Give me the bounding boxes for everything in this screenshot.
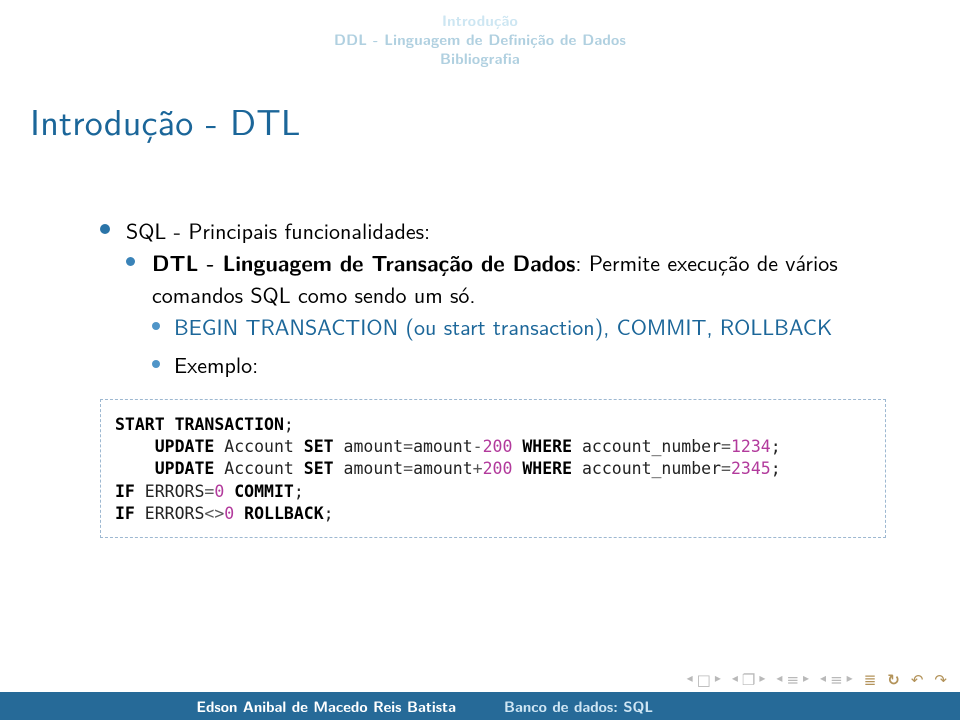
- code-op: =: [721, 437, 731, 456]
- nav-frame[interactable]: ◂ ❐ ▸: [732, 668, 767, 690]
- code-text: amount: [334, 437, 404, 456]
- code-op: =: [721, 459, 731, 478]
- code-number: 200: [483, 459, 513, 478]
- code-text: amount: [413, 437, 473, 456]
- code-kw: IF: [115, 504, 135, 523]
- code-kw: START: [115, 415, 165, 434]
- bullet-l1: SQL - Principais funcionalidades: DTL - …: [100, 215, 870, 380]
- code-example: START TRANSACTION; UPDATE Account SET am…: [100, 399, 886, 538]
- nav-section[interactable]: ◂ ≡ ▸: [820, 668, 854, 690]
- code-kw: SET: [304, 437, 334, 456]
- code-kw: COMMIT: [234, 482, 294, 501]
- nav-sub-fwd-icon[interactable]: ▸: [803, 668, 810, 690]
- nav-doc-icon[interactable]: ≣: [864, 668, 878, 690]
- code-text: ERRORS: [135, 504, 205, 523]
- nav-slide-fwd-icon[interactable]: ▸: [715, 668, 722, 690]
- bullet-l2-label: DTL - Linguagem de Transação de Dados: [152, 246, 575, 278]
- code-indent: [115, 459, 155, 478]
- code-number: 0: [224, 504, 234, 523]
- header-line-2: DDL - Linguagem de Definição de Dados: [0, 31, 960, 50]
- frame-title: Introdução - DTL: [0, 68, 960, 155]
- code-text: account_number: [572, 459, 721, 478]
- code-text: [224, 482, 234, 501]
- nav-sec-back-icon[interactable]: ◂: [820, 668, 827, 690]
- code-text: Account: [214, 459, 303, 478]
- bullet-l3a-text: BEGIN TRANSACTION (ou start transaction)…: [174, 310, 832, 342]
- nav-loop-icon[interactable]: ↻: [887, 669, 901, 690]
- code-number: 200: [483, 437, 513, 456]
- code-text: ;: [771, 459, 781, 478]
- bullet-l3b: Exemplo:: [152, 349, 870, 381]
- nav-slide-icon[interactable]: □: [697, 668, 712, 690]
- nav-redo-icon[interactable]: ↷: [934, 668, 948, 690]
- code-op: +: [473, 459, 483, 478]
- code-text: [512, 459, 522, 478]
- code-number: 0: [214, 482, 224, 501]
- code-kw: WHERE: [522, 437, 572, 456]
- nav-undo-icon[interactable]: ↶: [911, 668, 925, 690]
- code-op: -: [473, 437, 483, 456]
- bullet-l1-text: SQL - Principais funcionalidades:: [126, 214, 430, 246]
- nav-sec-icon[interactable]: ≡: [830, 668, 844, 690]
- code-kw: IF: [115, 482, 135, 501]
- header-sections: Introdução DDL - Linguagem de Definição …: [0, 0, 960, 68]
- code-text: ;: [284, 415, 294, 434]
- bullet-l3b-text: Exemplo:: [174, 348, 258, 380]
- nav-slide[interactable]: ◂ □ ▸: [687, 668, 722, 690]
- code-text: amount: [413, 459, 473, 478]
- code-text: Account: [214, 437, 303, 456]
- header-line-1: Introdução: [0, 12, 960, 31]
- code-text: ;: [324, 504, 334, 523]
- nav-sub-icon[interactable]: ≡: [786, 668, 800, 690]
- nav-subsection[interactable]: ◂ ≡ ▸: [776, 668, 810, 690]
- code-text: [234, 504, 244, 523]
- code-kw: ROLLBACK: [244, 504, 323, 523]
- code-text: ;: [294, 482, 304, 501]
- code-kw: TRANSACTION: [175, 415, 284, 434]
- footer-title: Banco de dados: SQL: [480, 696, 960, 717]
- nav-sec-fwd-icon[interactable]: ▸: [847, 668, 854, 690]
- nav-frame-icon[interactable]: ❐: [742, 668, 756, 690]
- code-text: [512, 437, 522, 456]
- bullet-l2: DTL - Linguagem de Transação de Dados: P…: [126, 247, 870, 381]
- code-text: ;: [771, 437, 781, 456]
- code-indent: [115, 437, 155, 456]
- nav-frame-fwd-icon[interactable]: ▸: [759, 668, 766, 690]
- code-kw: SET: [304, 459, 334, 478]
- beamer-nav-symbols[interactable]: ◂ □ ▸ ◂ ❐ ▸ ◂ ≡ ▸ ◂ ≡ ▸ ≣ ↻ ↶ ↷: [687, 668, 948, 690]
- nav-frame-back-icon[interactable]: ◂: [732, 668, 739, 690]
- code-text: amount: [334, 459, 404, 478]
- code-kw: WHERE: [522, 459, 572, 478]
- nav-slide-back-icon[interactable]: ◂: [687, 668, 694, 690]
- header-line-3: Bibliografia: [0, 50, 960, 69]
- code-kw: UPDATE: [155, 459, 215, 478]
- footer-bar: Edson Anibal de Macedo Reis Batista Banc…: [0, 692, 960, 720]
- code-op: =: [403, 437, 413, 456]
- slide-content: SQL - Principais funcionalidades: DTL - …: [0, 155, 960, 538]
- nav-sub-back-icon[interactable]: ◂: [776, 668, 783, 690]
- code-op: <>: [204, 504, 224, 523]
- code-op: =: [403, 459, 413, 478]
- code-op: =: [204, 482, 214, 501]
- code-kw: UPDATE: [155, 437, 215, 456]
- code-text: ERRORS: [135, 482, 205, 501]
- bullet-l3a: BEGIN TRANSACTION (ou start transaction)…: [152, 311, 870, 343]
- code-number: 1234: [731, 437, 771, 456]
- code-text: account_number: [572, 437, 721, 456]
- footer-author: Edson Anibal de Macedo Reis Batista: [0, 696, 480, 717]
- code-number: 2345: [731, 459, 771, 478]
